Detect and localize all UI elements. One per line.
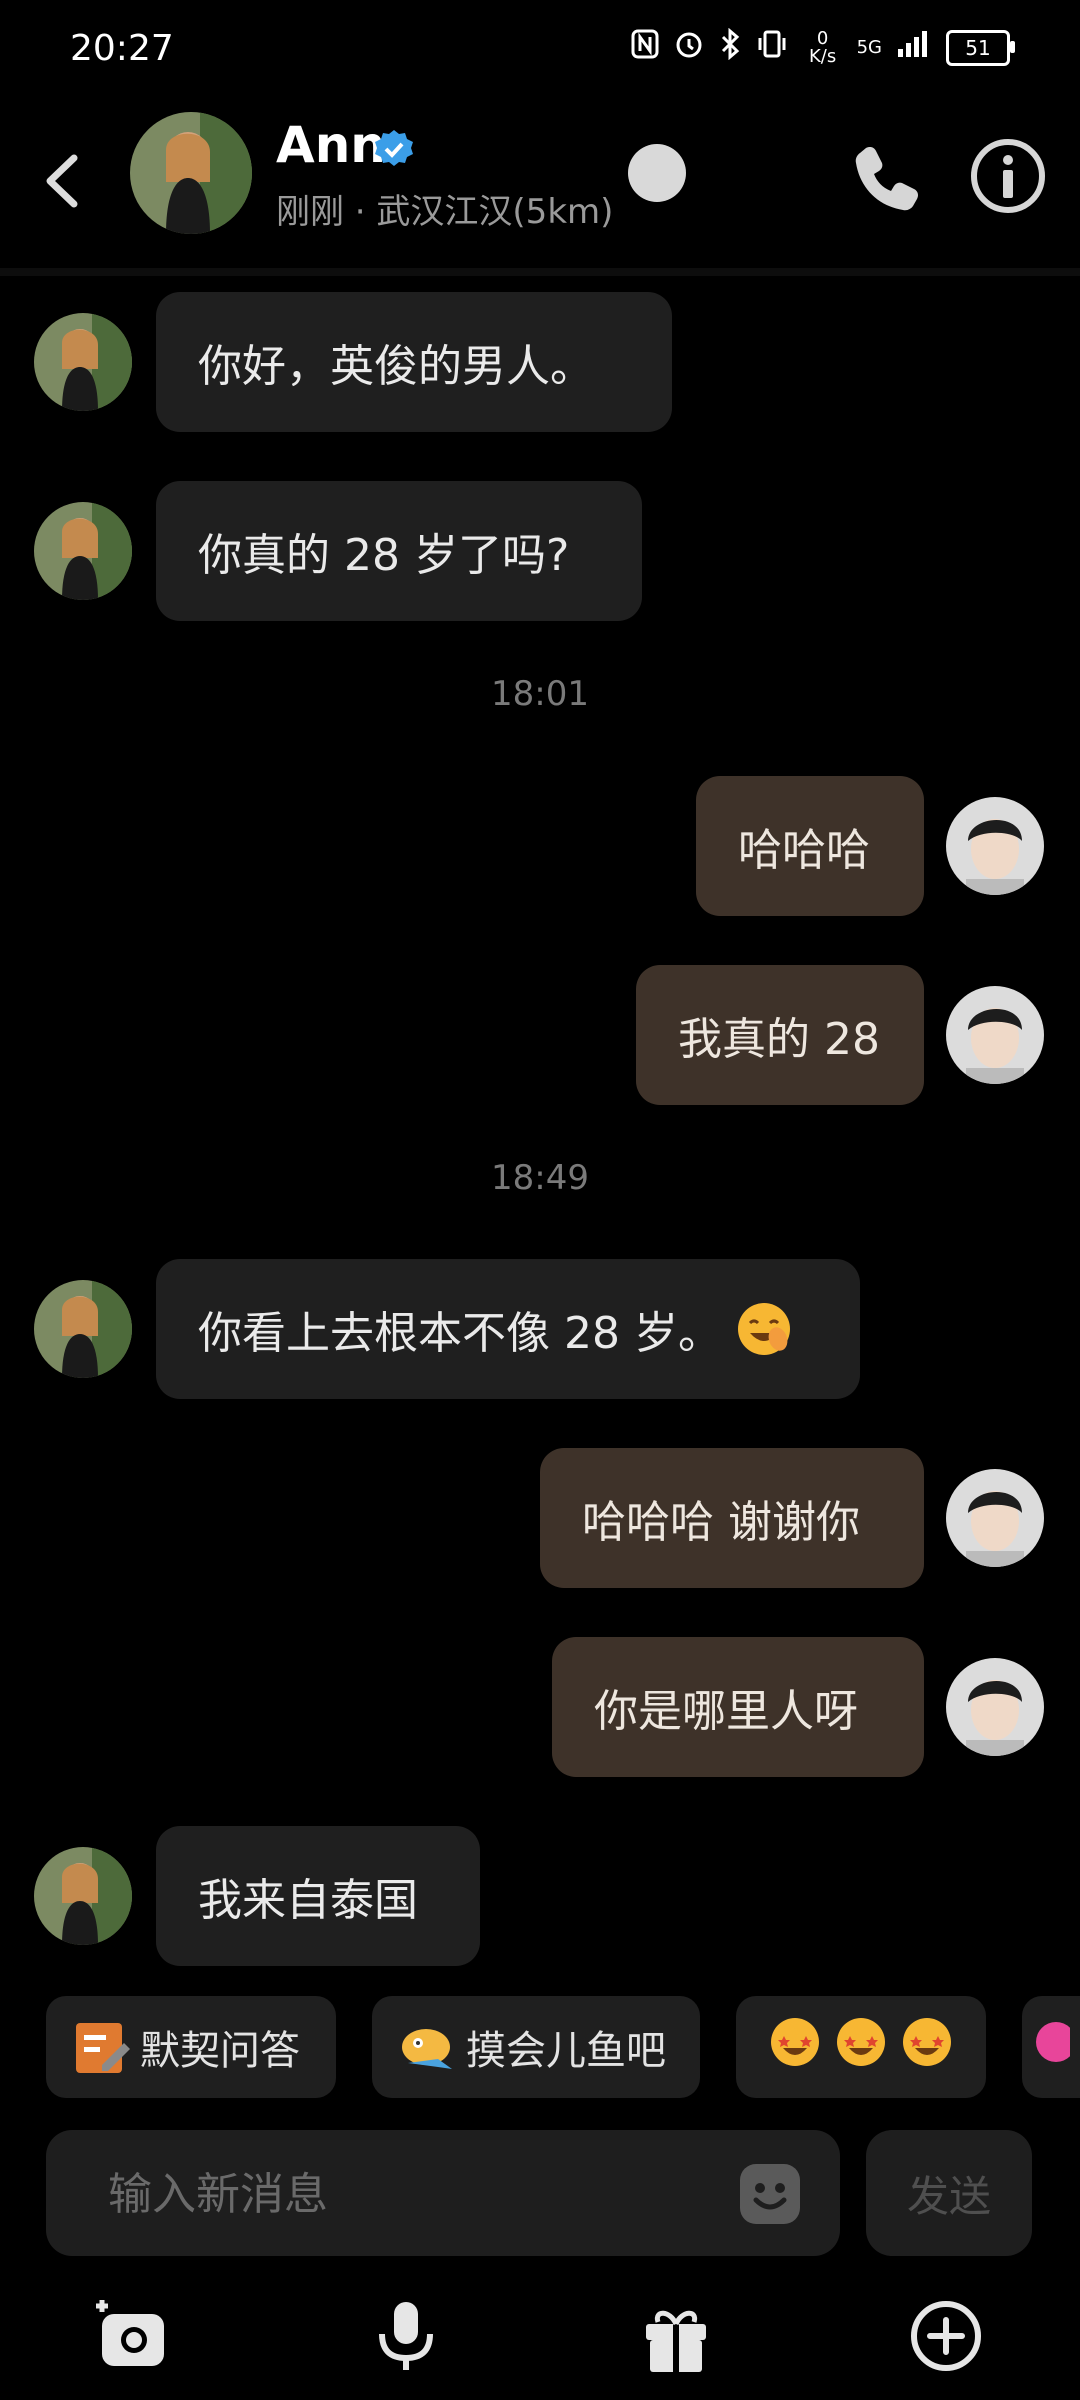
net-speed: 0 K/s [808, 27, 837, 67]
contact-avatar-small[interactable] [34, 1280, 132, 1378]
quiz-icon [72, 2017, 132, 2077]
message-input-container[interactable] [46, 2130, 840, 2256]
message-text: 你看上去根本不像 28 岁。 [198, 1308, 722, 1359]
incoming-message[interactable]: 你看上去根本不像 28 岁。 [156, 1259, 860, 1399]
chat-header: Ann 刚刚 · 武汉江汉(5km) [0, 100, 1080, 276]
incoming-message[interactable]: 我来自泰国 [156, 1826, 480, 1966]
incoming-message[interactable]: 你真的 28 岁了吗? [156, 481, 642, 621]
my-avatar[interactable] [946, 797, 1044, 895]
status-icons: 0 K/s 5G 51 [631, 27, 1015, 67]
contact-avatar-small[interactable] [34, 313, 132, 411]
emoji-picker-icon[interactable] [738, 2162, 802, 2226]
quick-reply-fish[interactable]: 摸会儿鱼吧 [372, 1996, 700, 2098]
contact-avatar-small[interactable] [34, 1847, 132, 1945]
signal-icon [896, 29, 932, 66]
back-button[interactable] [38, 146, 88, 216]
status-time: 20:27 [70, 28, 174, 69]
nfc-icon [631, 29, 659, 66]
contact-avatar-small[interactable] [34, 502, 132, 600]
bottom-toolbar [0, 2280, 1080, 2400]
camera-icon[interactable] [94, 2296, 174, 2376]
outgoing-message[interactable]: 你是哪里人呀 [552, 1637, 924, 1777]
contact-avatar[interactable] [130, 112, 252, 234]
quick-reply-label: 默契问答 [140, 2028, 300, 2074]
quick-reply-bar[interactable]: 默契问答 摸会儿鱼吧 [0, 1996, 1080, 2100]
outgoing-message[interactable]: 哈哈哈 [696, 776, 924, 916]
outgoing-message[interactable]: 哈哈哈 谢谢你 [540, 1448, 924, 1588]
contact-name: Ann [276, 116, 386, 174]
vibrate-icon [755, 28, 789, 67]
quick-reply-quiz[interactable]: 默契问答 [46, 1996, 336, 2098]
message-list[interactable]: 你好，英俊的男人。 你真的 28 岁了吗? 18:01 哈哈哈 我真的 28 1… [0, 276, 1080, 1966]
message-input[interactable] [106, 2158, 710, 2230]
microphone-icon[interactable] [366, 2296, 446, 2376]
star-struck-emoji-icon [769, 2016, 821, 2078]
bluetooth-icon [719, 27, 741, 67]
star-struck-emoji-icon [901, 2016, 953, 2078]
gift-icon[interactable] [636, 2296, 716, 2376]
send-button[interactable]: 发送 [866, 2130, 1032, 2256]
my-avatar[interactable] [946, 1469, 1044, 1567]
alarm-icon [673, 28, 705, 67]
blush-laugh-emoji-icon [736, 1301, 792, 1357]
quick-reply-emoji[interactable] [736, 1996, 986, 2098]
outgoing-message[interactable]: 我真的 28 [636, 965, 924, 1105]
status-bar: 20:27 0 K/s 5G 51 [0, 0, 1080, 100]
timestamp: 18:49 [491, 1158, 589, 1198]
battery-icon: 51 [946, 29, 1015, 66]
phone-call-icon[interactable] [852, 142, 924, 214]
network-label: 5G [856, 37, 882, 58]
fish-icon [398, 2017, 458, 2077]
info-icon[interactable] [968, 136, 1048, 216]
incoming-message[interactable]: 你好，英俊的男人。 [156, 292, 672, 432]
quick-reply-more[interactable] [1022, 1996, 1080, 2098]
quick-reply-label: 摸会儿鱼吧 [466, 2028, 666, 2074]
timestamp: 18:01 [491, 674, 589, 714]
heart-emoji-icon [1030, 2016, 1076, 2078]
battery-level: 51 [965, 35, 991, 60]
contact-status: 刚刚 · 武汉江汉(5km) [276, 192, 614, 232]
floating-dot[interactable] [628, 144, 686, 202]
plus-circle-icon[interactable] [906, 2296, 986, 2376]
verified-badge-icon [373, 128, 415, 170]
my-avatar[interactable] [946, 1658, 1044, 1756]
star-struck-emoji-icon [835, 2016, 887, 2078]
my-avatar[interactable] [946, 986, 1044, 1084]
